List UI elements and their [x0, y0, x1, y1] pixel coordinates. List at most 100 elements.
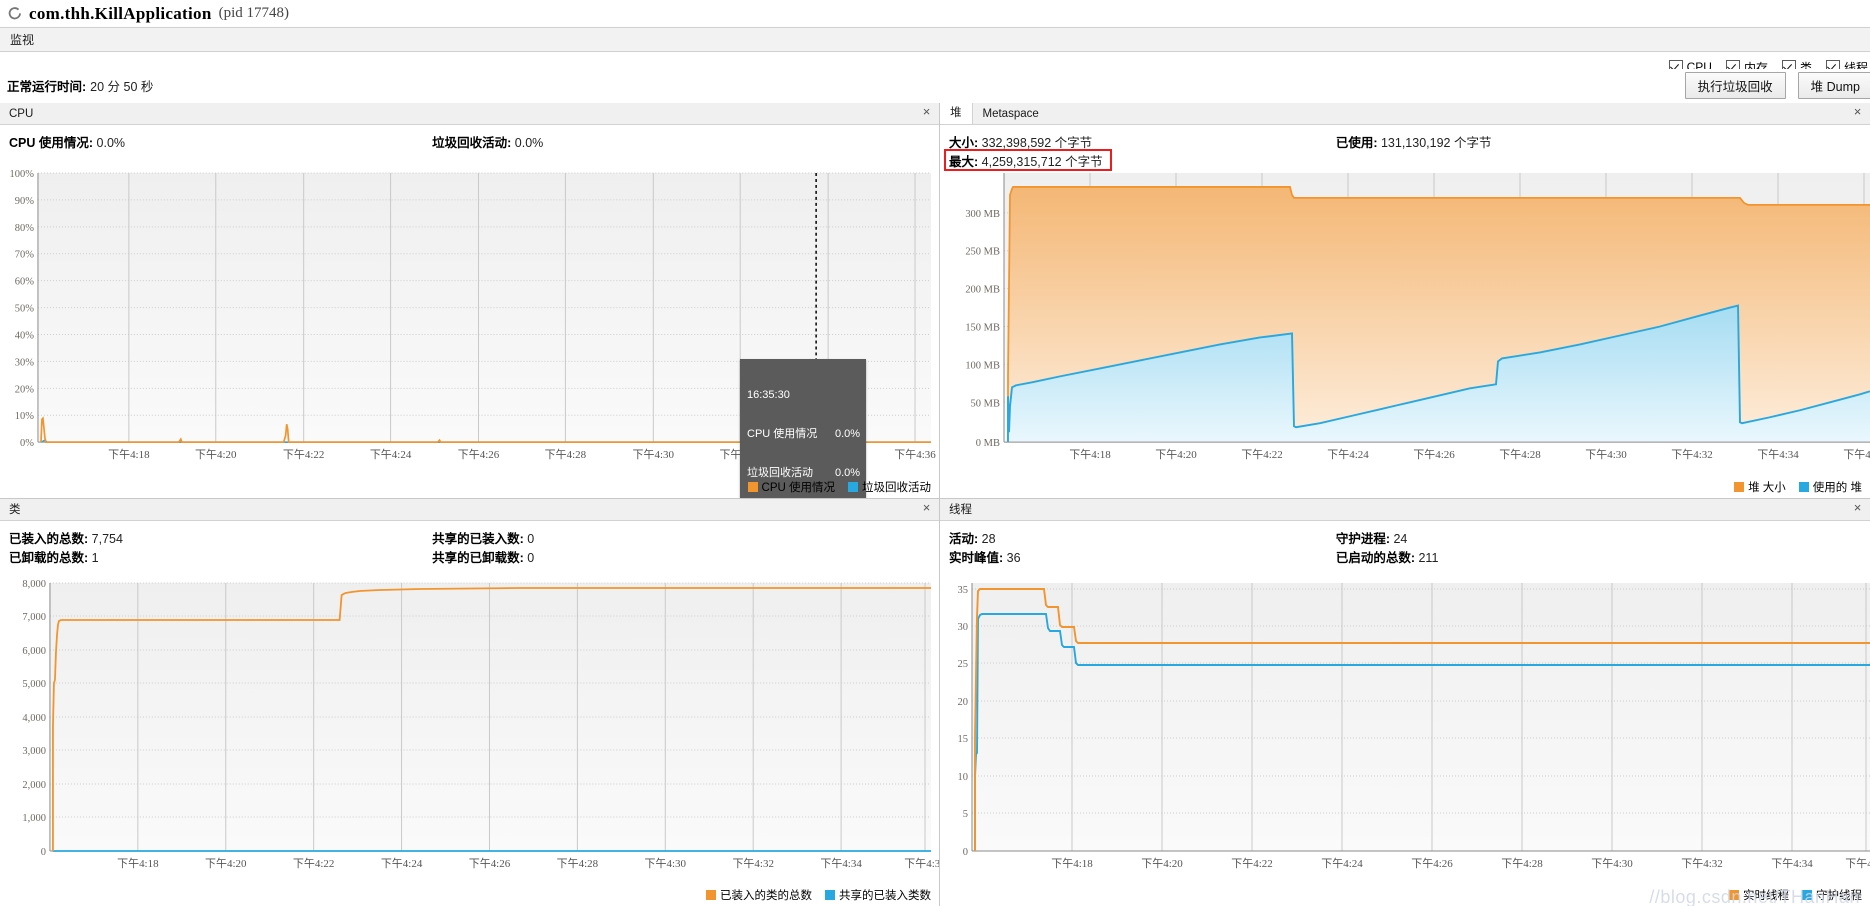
- classes-chart[interactable]: 8,0007,000 6,0005,000 4,0003,000 2,0001,…: [0, 577, 939, 906]
- cpu-y-tick-labels: 100%90% 80%70% 60%50% 40%30% 20%10% 0%: [10, 169, 35, 449]
- svg-text:下午4:18: 下午4:18: [117, 857, 159, 870]
- svg-text:下午4:24: 下午4:24: [1327, 448, 1369, 461]
- tab-heap[interactable]: 堆: [940, 103, 973, 124]
- legend-swatch-blue: [1799, 482, 1809, 492]
- legend-item-cpu-usage[interactable]: CPU 使用情况: [748, 479, 835, 495]
- svg-text:3,000: 3,000: [22, 746, 46, 757]
- threads-chart[interactable]: 3530 2520 1510 50 下午4:18下午4:20 下午4:22下午4…: [940, 577, 1870, 906]
- svg-text:下午4:32: 下午4:32: [1671, 448, 1713, 461]
- svg-text:80%: 80%: [15, 223, 34, 234]
- svg-text:70%: 70%: [15, 250, 34, 261]
- close-icon[interactable]: ×: [920, 502, 933, 515]
- panel-classes-stats: 已装入的总数: 7,754 共享的已装入数: 0 已卸载的总数: 1 共享的已卸…: [0, 521, 939, 570]
- stat-threads-daemon: 守护进程: 24: [1336, 528, 1408, 547]
- stat-threads-started-value: 211: [1418, 551, 1438, 565]
- stat-heap-used-value: 131,130,192 个字节: [1381, 136, 1492, 150]
- stat-threads-peak: 实时峰值: 36: [949, 547, 1021, 566]
- stat-classes-shared-loaded-value: 0: [527, 532, 534, 546]
- svg-text:300 MB: 300 MB: [965, 209, 1000, 220]
- svg-text:下午4:22: 下午4:22: [283, 448, 324, 461]
- svg-text:4,000: 4,000: [22, 713, 46, 724]
- stat-classes-shared-unloaded-label: 共享的已卸载数:: [432, 551, 524, 565]
- window-titlebar: com.thh.KillApplication (pid 17748): [0, 0, 1870, 27]
- svg-text:8,000: 8,000: [22, 579, 46, 590]
- stat-threads-peak-value: 36: [1007, 551, 1021, 565]
- classes-chart-legend: 已装入的类的总数 共享的已装入类数: [706, 887, 931, 903]
- panel-threads-header: 线程 ×: [940, 499, 1870, 521]
- cpu-chart-legend: CPU 使用情况 垃圾回收活动: [748, 479, 931, 495]
- close-icon[interactable]: ×: [920, 106, 933, 119]
- panel-heap-header: 堆 Metaspace ×: [940, 103, 1870, 125]
- legend-swatch-orange: [706, 890, 716, 900]
- stat-threads-daemon-label: 守护进程:: [1336, 532, 1390, 546]
- stat-heap-size-label: 大小:: [949, 136, 978, 150]
- legend-item-threads-daemon[interactable]: 守护线程: [1802, 887, 1862, 903]
- close-icon[interactable]: ×: [1851, 502, 1864, 515]
- svg-text:下午4:36: 下午4:36: [1843, 448, 1870, 461]
- classes-x-tick-labels: 下午4:18下午4:20 下午4:22下午4:24 下午4:26下午4:28 下…: [117, 857, 939, 870]
- tab-metaspace[interactable]: Metaspace: [973, 104, 1049, 124]
- svg-text:下午4:24: 下午4:24: [370, 448, 412, 461]
- heap-y-tick-labels: 300 MB250 MB 200 MB150 MB 100 MB50 MB 0 …: [965, 209, 1000, 449]
- svg-text:30%: 30%: [15, 357, 34, 368]
- svg-text:下午4:18: 下午4:18: [108, 448, 150, 461]
- stat-classes-shared-unloaded-value: 0: [527, 551, 534, 565]
- stat-classes-unloaded-value: 1: [92, 551, 99, 565]
- svg-text:下午4:30: 下午4:30: [1591, 857, 1633, 870]
- cpu-chart[interactable]: 100%90% 80%70% 60%50% 40%30% 20%10% 0% 下…: [0, 167, 939, 498]
- legend-item-gc-activity[interactable]: 垃圾回收活动: [848, 479, 931, 495]
- close-icon[interactable]: ×: [1851, 106, 1864, 119]
- svg-text:5,000: 5,000: [22, 679, 46, 690]
- legend-swatch-blue: [825, 890, 835, 900]
- stat-classes-unloaded: 已卸载的总数: 1: [9, 547, 99, 566]
- svg-text:下午4:32: 下午4:32: [732, 857, 773, 870]
- svg-text:下午4:28: 下午4:28: [1499, 448, 1541, 461]
- svg-text:下午4:24: 下午4:24: [381, 857, 423, 870]
- legend-label-cpu-usage: CPU 使用情况: [762, 479, 835, 495]
- threads-plot-area: [972, 583, 1870, 851]
- threads-chart-legend: 实时线程 守护线程: [1729, 887, 1862, 903]
- legend-item-heap-size[interactable]: 堆 大小: [1734, 479, 1786, 495]
- svg-text:90%: 90%: [15, 196, 34, 207]
- stat-classes-shared-unloaded: 共享的已卸载数: 0: [432, 547, 534, 566]
- svg-text:25: 25: [958, 659, 969, 670]
- svg-text:下午4:26: 下午4:26: [1411, 857, 1453, 870]
- stat-gc-activity-value: 0.0%: [515, 136, 544, 150]
- perform-gc-button[interactable]: 执行垃圾回收: [1685, 72, 1786, 99]
- legend-item-heap-used[interactable]: 使用的 堆: [1799, 479, 1862, 495]
- heap-chart[interactable]: 300 MB250 MB 200 MB150 MB 100 MB50 MB 0 …: [940, 167, 1870, 498]
- stat-gc-activity-label: 垃圾回收活动:: [432, 136, 511, 150]
- uptime-value: 20 分 50 秒: [90, 76, 153, 95]
- svg-text:下午4:22: 下午4:22: [1231, 857, 1273, 870]
- legend-swatch-orange: [1734, 482, 1744, 492]
- svg-text:下午4:24: 下午4:24: [1321, 857, 1363, 870]
- svg-text:下午4:18: 下午4:18: [1069, 448, 1111, 461]
- stat-classes-loaded: 已装入的总数: 7,754: [9, 528, 123, 547]
- svg-text:100%: 100%: [10, 169, 35, 180]
- svg-text:下午4:28: 下午4:28: [545, 448, 587, 461]
- tooltip-time: 16:35:30: [747, 389, 860, 402]
- heap-x-tick-labels: 下午4:18下午4:20 下午4:22下午4:24 下午4:26下午4:28 下…: [1069, 448, 1870, 461]
- legend-item-classes-loaded[interactable]: 已装入的类的总数: [706, 887, 812, 903]
- stat-threads-live: 活动: 28: [949, 528, 996, 547]
- page-title: com.thh.KillApplication: [29, 4, 212, 24]
- stat-heap-size: 大小: 332,398,592 个字节: [949, 132, 1092, 151]
- panel-classes-title: 类: [0, 500, 30, 520]
- legend-item-classes-shared[interactable]: 共享的已装入类数: [825, 887, 931, 903]
- stat-threads-live-label: 活动:: [949, 532, 978, 546]
- threads-x-tick-labels: 下午4:18下午4:20 下午4:22下午4:24 下午4:26下午4:28 下…: [1051, 857, 1870, 870]
- svg-text:7,000: 7,000: [22, 612, 46, 623]
- legend-item-threads-live[interactable]: 实时线程: [1729, 887, 1789, 903]
- panel-threads: 线程 × 活动: 28 守护进程: 24 实时峰值:: [940, 499, 1870, 906]
- svg-text:下午4:36: 下午4:36: [894, 448, 936, 461]
- svg-text:下午4:30: 下午4:30: [645, 857, 687, 870]
- svg-text:100 MB: 100 MB: [965, 360, 1000, 371]
- stat-classes-loaded-value: 7,754: [92, 532, 123, 546]
- legend-swatch-blue: [1802, 890, 1812, 900]
- svg-text:0: 0: [41, 847, 46, 858]
- svg-text:下午4:34: 下午4:34: [820, 857, 862, 870]
- svg-text:下午4:34: 下午4:34: [1757, 448, 1799, 461]
- svg-text:1,000: 1,000: [22, 813, 46, 824]
- heap-dump-button[interactable]: 堆 Dump: [1798, 72, 1870, 99]
- tab-monitor[interactable]: 监视: [0, 29, 44, 51]
